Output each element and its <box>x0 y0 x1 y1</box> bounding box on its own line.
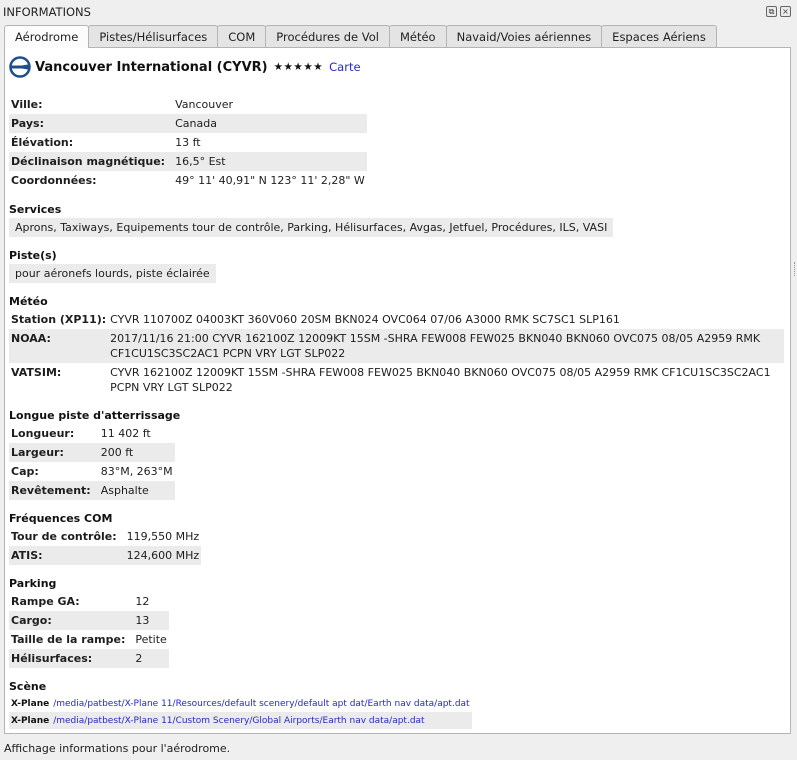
table-row: Élévation: 13 ft <box>11 136 201 149</box>
window-titlebar: INFORMATIONS ⧉ × <box>0 0 797 24</box>
table-row: Tour de contrôle: 119,550 MHz <box>11 530 200 543</box>
com-title: Fréquences COM <box>9 512 113 525</box>
scene-file-link[interactable]: /media/patbest/X-Plane 11/Custom Scenery… <box>51 712 472 729</box>
runways-title: Piste(s) <box>9 249 57 262</box>
runways-value: pour aéronefs lourds, piste éclairée <box>9 264 216 283</box>
table-row: VATSIM: CYVR 162100Z 12009KT 15SM -SHRA F… <box>11 366 771 394</box>
tab-com[interactable]: COM <box>217 25 267 47</box>
table-row: Déclinaison magnétique: 16,5° Est <box>9 152 367 171</box>
scene-table: X-Plane/media/patbest/X-Plane 11/Resourc… <box>9 695 472 729</box>
meteo-title: Météo <box>9 295 48 308</box>
table-row: ATIS: 124,600 MHz <box>9 546 202 565</box>
parking-title: Parking <box>9 577 57 590</box>
airport-rating: ★★★★★ <box>273 61 324 73</box>
table-row: Station (XP11): CYVR 110700Z 04003KT 360V… <box>11 313 620 326</box>
table-row: X-Plane/media/patbest/X-Plane 11/Custom … <box>9 712 472 729</box>
float-window-icon[interactable]: ⧉ <box>766 6 777 17</box>
tab-aerodrome[interactable]: Aérodrome <box>4 25 90 48</box>
scene-file-link[interactable]: /media/patbest/X-Plane 11/Resources/defa… <box>51 695 471 712</box>
airport-header: Vancouver International (CYVR) ★★★★★ Car… <box>9 56 361 78</box>
longest-runway-table: Longueur: 11 402 ft Largeur: 200 ft Cap: 83… <box>9 424 175 500</box>
close-window-icon[interactable]: × <box>780 6 791 17</box>
table-row: Taille de la rampe: Petite <box>11 633 167 646</box>
table-row: Largeur: 200 ft <box>9 443 175 462</box>
table-row: Longueur: 11 402 ft <box>11 427 151 440</box>
info-panel: Vancouver International (CYVR) ★★★★★ Car… <box>4 47 791 734</box>
meteo-table: Station (XP11): CYVR 110700Z 04003KT 360V… <box>9 310 784 397</box>
table-row: X-Plane/media/patbest/X-Plane 11/Resourc… <box>9 695 472 712</box>
table-row: Hélisurfaces: 2 <box>9 649 169 668</box>
tab-meteo[interactable]: Météo <box>388 25 447 47</box>
tab-bar: Aérodrome Pistes/Hélisurfaces COM Procéd… <box>4 25 717 48</box>
window-title: INFORMATIONS <box>3 5 91 19</box>
com-table: Tour de contrôle: 119,550 MHz ATIS: 124,60… <box>9 527 202 565</box>
table-row: Ville: Vancouver <box>11 98 234 111</box>
tab-navaid[interactable]: Navaid/Voies aériennes <box>445 25 603 47</box>
tab-procedures[interactable]: Procédures de Vol <box>265 25 390 47</box>
services-value: Aprons, Taxiways, Equipements tour de co… <box>9 218 614 237</box>
tab-espaces-aeriens[interactable]: Espaces Aériens <box>601 25 717 47</box>
airport-details-table: Ville: Vancouver Pays: Canada Élévation: 13… <box>9 95 367 190</box>
map-link[interactable]: Carte <box>329 60 360 74</box>
table-row: Coordonnées: 49° 11' 40,91" N 123° 11' 2,… <box>11 174 365 187</box>
table-row: Revêtement: Asphalte <box>9 481 175 500</box>
table-row: NOAA: 2017/11/16 21:00 CYVR 162100Z 12009… <box>9 329 784 363</box>
scene-title: Scène <box>9 680 47 693</box>
parking-table: Rampe GA: 12 Cargo: 13 Taille de la rampe:… <box>9 592 169 668</box>
airport-name: Vancouver International (CYVR) <box>35 59 268 75</box>
services-title: Services <box>9 203 62 216</box>
status-bar: Affichage informations pour l'aérodrome. <box>4 742 231 755</box>
table-row: Rampe GA: 12 <box>11 595 150 608</box>
table-row: Pays: Canada <box>9 114 367 133</box>
longest-runway-title: Longue piste d'atterrissage <box>9 409 181 422</box>
airport-icon <box>9 56 31 78</box>
table-row: Cargo: 13 <box>9 611 169 630</box>
table-row: Cap: 83°M, 263°M <box>11 465 173 478</box>
tab-pistes-helisurfaces[interactable]: Pistes/Hélisurfaces <box>88 25 219 47</box>
